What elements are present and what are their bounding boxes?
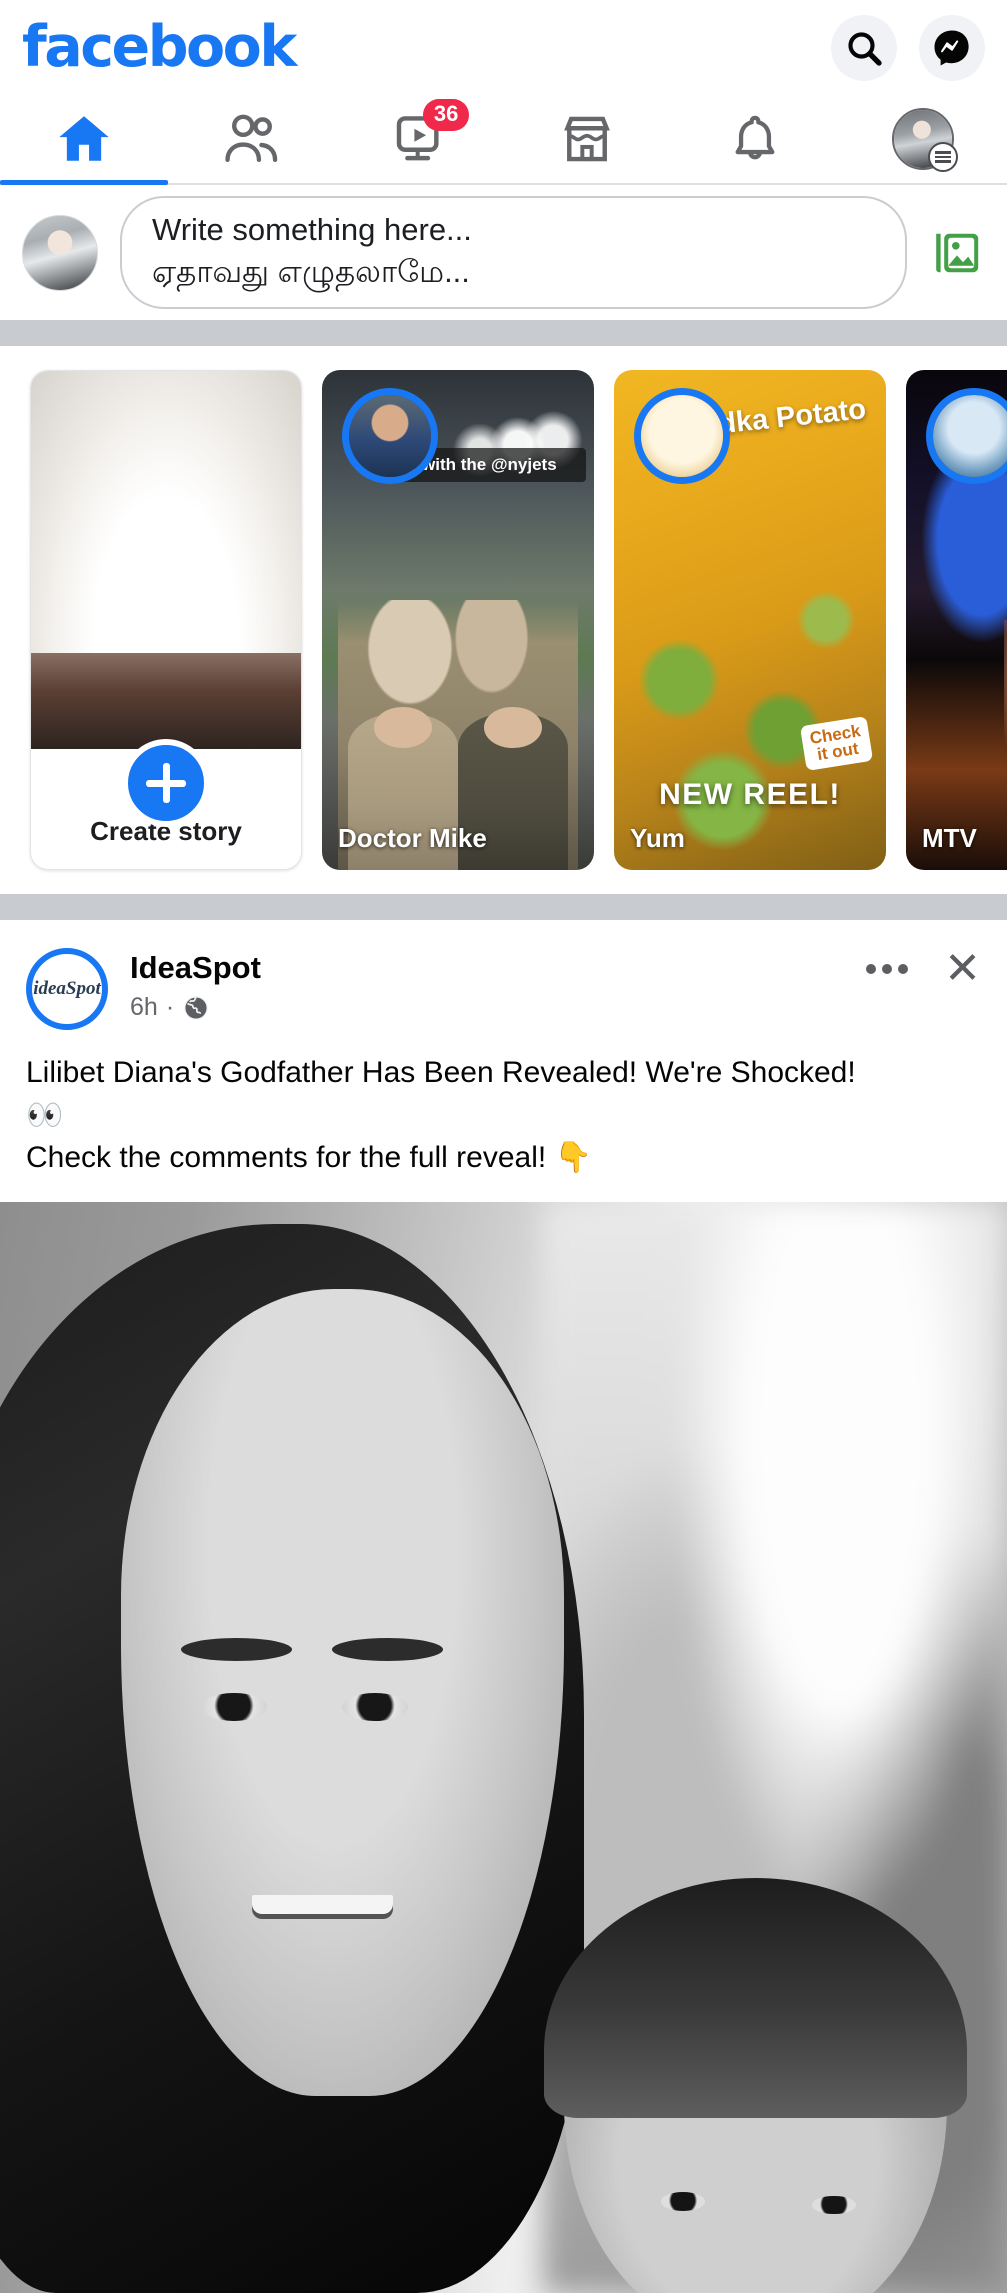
post-author-avatar[interactable]: ideaSpot [26,948,108,1030]
story-item[interactable]: day with the @nyjets Doctor Mike [322,370,594,870]
post-header-actions: ✕ [866,946,981,991]
tab-menu[interactable] [839,95,1007,183]
marketplace-icon [564,116,611,162]
tab-video[interactable]: 36 [336,95,504,183]
post-timestamp: 6h [130,993,158,1022]
post-composer: Write something here... ஏதாவது எழுதலாமே.… [0,185,1007,320]
story-label: MTV [922,823,977,853]
photo-child-eye-right [811,2195,856,2215]
close-icon[interactable]: ✕ [944,946,981,991]
post-header: ideaSpot IdeaSpot 6h · ✕ [0,920,1007,1042]
facebook-logo[interactable]: facebook [22,19,831,76]
plus-icon[interactable] [122,739,210,827]
photo-mouth [251,1894,393,1919]
bell-icon [735,115,775,160]
story-create[interactable]: Create story [30,370,302,870]
post-subline: 6h · [130,993,844,1022]
app-header: facebook [0,0,1007,95]
story-label: Doctor Mike [338,823,487,853]
more-options-icon[interactable] [866,964,909,975]
story-author-avatar [342,388,438,484]
globe-icon [182,994,210,1022]
section-separator [0,894,1007,920]
search-button[interactable] [831,14,897,81]
photo-eye-right [342,1692,408,1722]
photo-woman-face [120,1289,564,2097]
friends-icon [225,114,278,162]
profile-avatar[interactable] [892,108,959,172]
tab-friends[interactable] [168,95,336,183]
photo-gallery-icon [936,233,979,272]
tab-home[interactable] [0,95,168,185]
hamburger-menu-icon[interactable] [928,142,959,172]
post-author-name[interactable]: IdeaSpot [130,950,844,985]
post-text-line-3: Check the comments for the full reveal! … [26,1141,592,1175]
story-item[interactable]: dka Potato Check it out NEW REEL! Yum [614,370,886,870]
composer-placeholder-ta: ஏதாவது எழுதலாமே... [152,254,470,289]
story-item[interactable]: MTV [906,370,1007,870]
post-metadata: IdeaSpot 6h · [130,948,844,1022]
post-separator-dot: · [165,993,175,1022]
post-photo[interactable] [0,1201,1007,2293]
composer-input[interactable]: Write something here... ஏதாவது எழுதலாமே.… [120,195,907,310]
tab-active-underline [0,180,168,185]
composer-user-avatar[interactable] [22,214,98,291]
post-text: Lilibet Diana's Godfather Has Been Revea… [0,1042,1007,1202]
header-actions [831,14,985,81]
photo-child-eye-left [660,2192,705,2211]
photo-eyebrow-right [332,1638,444,1662]
home-icon [59,116,109,161]
create-story-thumbnail [31,371,301,749]
tab-marketplace[interactable] [503,95,671,183]
video-unread-badge: 36 [422,99,470,132]
feed-post: ideaSpot IdeaSpot 6h · ✕ Lilibet Diana's… [0,920,1007,2293]
story-label: Yum [630,823,685,853]
avatar-wordmark: ideaSpot [33,978,101,999]
composer-photo-button[interactable] [929,227,985,279]
post-text-line-2: 👀 [26,1097,64,1133]
primary-tabbar: 36 [0,95,1007,185]
story-author-avatar [634,388,730,484]
messenger-icon [934,30,969,65]
section-separator [0,320,1007,346]
tab-notifications[interactable] [671,95,839,183]
search-icon [848,31,882,66]
messenger-button[interactable] [919,14,985,81]
post-text-line-1: Lilibet Diana's Godfather Has Been Revea… [26,1056,856,1089]
composer-placeholder-en: Write something here... [152,211,472,247]
photo-eye-left [201,1692,267,1722]
story-caption: NEW REEL! [659,778,841,811]
photo-eyebrow-left [181,1638,293,1662]
stories-tray[interactable]: Create story day with the @nyjets Doctor… [0,346,1007,894]
